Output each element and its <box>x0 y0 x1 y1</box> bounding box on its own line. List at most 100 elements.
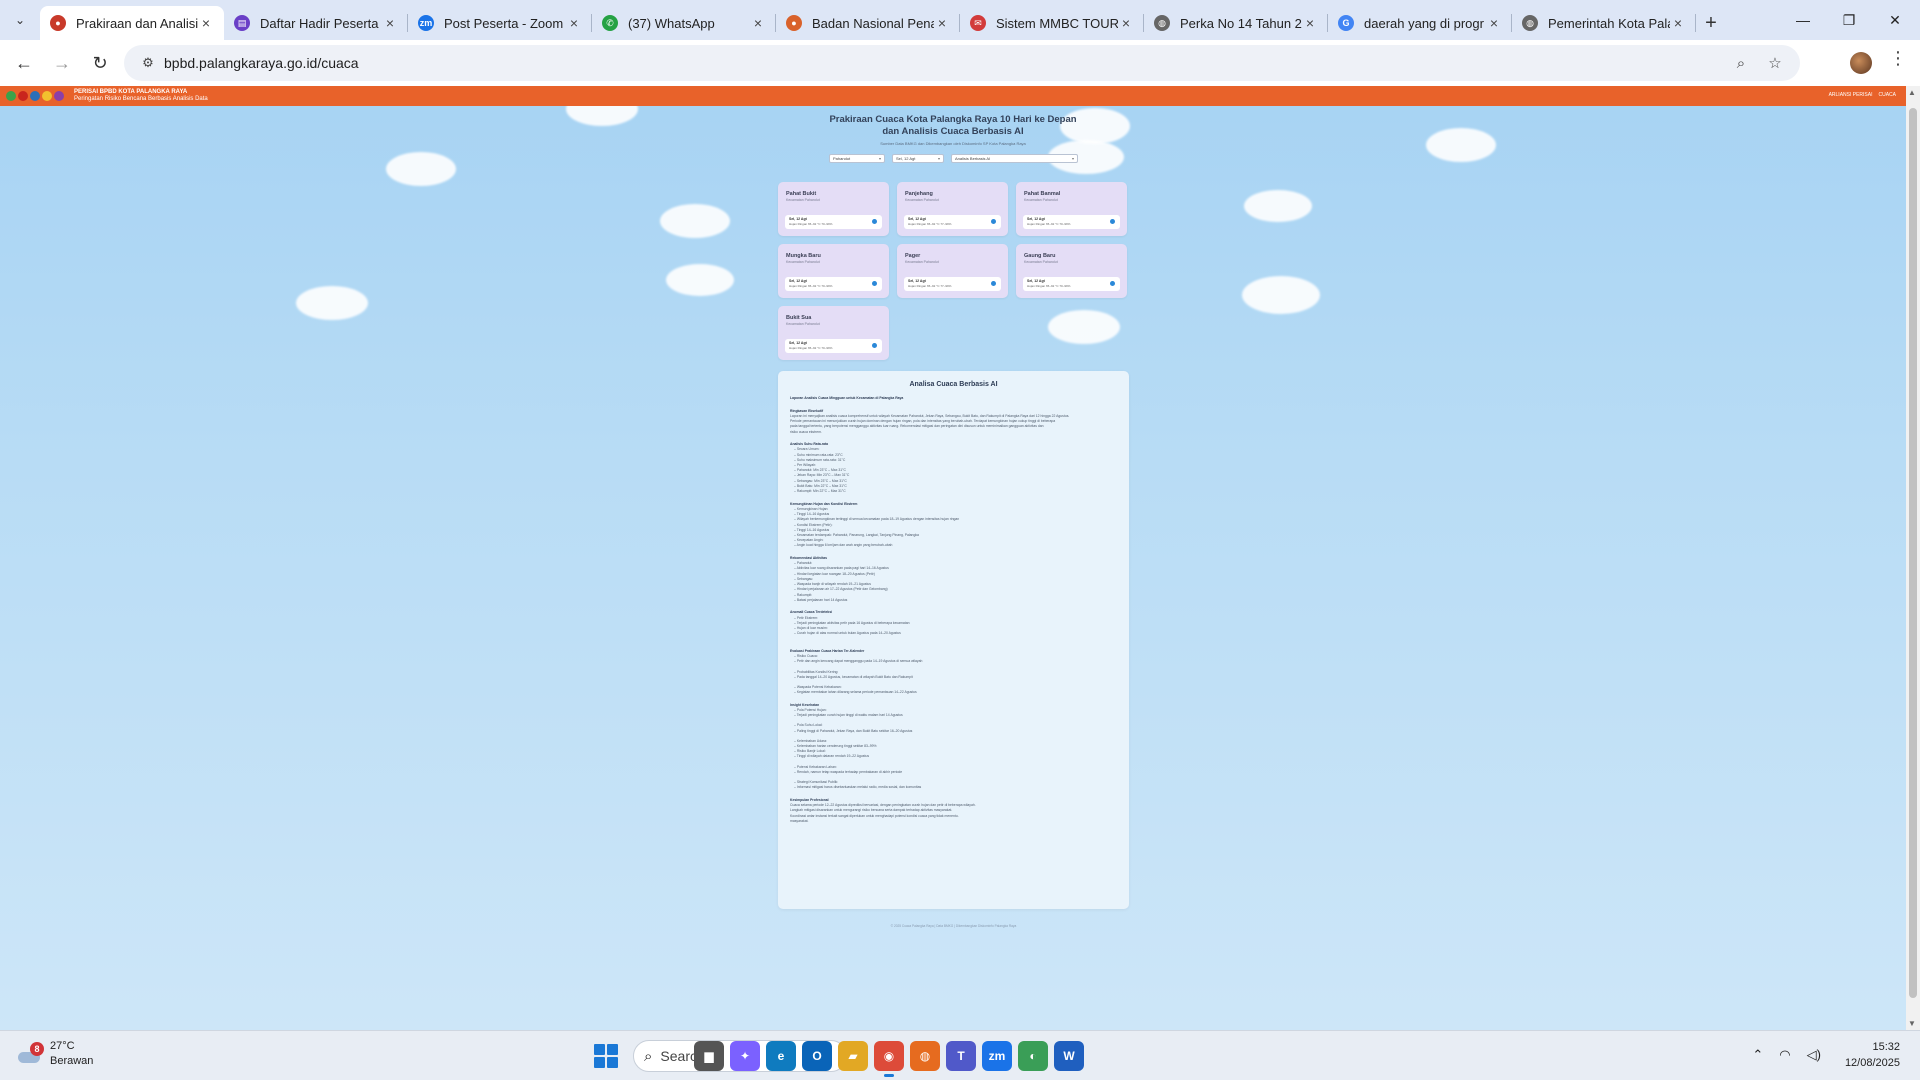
forecast-card[interactable]: Mungka Baru Kecamatan Pahandut Sel, 12 Agt… <box>778 244 889 298</box>
tab-favicon-icon: G <box>1338 15 1354 31</box>
weather-icon <box>872 281 877 286</box>
clock[interactable]: 15:32 12/08/2025 <box>1845 1039 1900 1071</box>
card-location-name: Mungka Baru <box>786 253 821 259</box>
site-nav: ARLIANSI PERISAI CUACA <box>1829 92 1896 98</box>
close-tab-icon[interactable]: × <box>934 15 950 31</box>
tab-favicon-icon: ✆ <box>602 15 618 31</box>
browser-tab[interactable]: zm Post Peserta - Zoom × <box>408 6 592 40</box>
tab-search-icon[interactable]: ⌄ <box>0 0 40 40</box>
forecast-card[interactable]: Pahat Bukit Kecamatan Pahandut Sel, 12 Agt… <box>778 182 889 236</box>
browser-tab[interactable]: ▤ Daftar Hadir Peserta V × <box>224 6 408 40</box>
chevron-up-icon[interactable]: ⌃ <box>1752 1047 1763 1063</box>
outlook-icon[interactable]: O <box>802 1041 832 1071</box>
reload-icon[interactable]: ↻ <box>82 45 118 81</box>
bookmark-star-icon[interactable]: ☆ <box>1760 45 1790 81</box>
browser-tab[interactable]: ● Prakiraan dan Analisis × <box>40 6 224 40</box>
close-tab-icon[interactable]: × <box>198 15 214 31</box>
card-kecamatan: Kecamatan Pahandut <box>1024 260 1058 264</box>
forecast-card[interactable]: Pager Kecamatan Pahandut Sel, 12 Agt Hujan … <box>897 244 1008 298</box>
card-location-name: Gaung Baru <box>1024 253 1056 259</box>
card-forecast-box: Sel, 12 Agt Hujan Ringan 65–92 °C 77–99% <box>904 277 1001 291</box>
logo-icon <box>54 91 64 101</box>
card-location-name: Pager <box>905 253 921 259</box>
back-icon[interactable]: ← <box>6 45 42 81</box>
wifi-icon[interactable]: ◠ <box>1779 1047 1790 1063</box>
site-info-icon[interactable]: ⚙ <box>132 55 164 71</box>
forecast-card[interactable]: Pahat Banmal Kecamatan Pahandut Sel, 12 Ag… <box>1016 182 1127 236</box>
close-tab-icon[interactable]: × <box>750 15 766 31</box>
cloud-decoration <box>660 204 730 238</box>
profile-avatar[interactable] <box>1850 52 1872 74</box>
url-text[interactable]: bpbd.palangkaraya.go.id/cuaca <box>164 55 359 71</box>
cloud-decoration <box>1242 276 1320 314</box>
teams-icon[interactable]: T <box>946 1041 976 1071</box>
cloud-decoration <box>1426 128 1496 162</box>
forecast-card[interactable]: Gaung Baru Kecamatan Pahandut Sel, 12 Agt H… <box>1016 244 1127 298</box>
scrollbar-thumb[interactable] <box>1909 108 1917 998</box>
nav-link-cuaca[interactable]: CUACA <box>1878 92 1896 98</box>
restore-button[interactable]: ❐ <box>1826 0 1872 40</box>
word-icon[interactable]: W <box>1054 1041 1084 1071</box>
tab-title: daerah yang di progr <box>1364 15 1484 31</box>
site-footer: © 2025 Cuaca Palangka Raya | Data BMKG |… <box>890 924 1017 928</box>
kecamatan-select[interactable]: Pahandut <box>829 154 885 163</box>
address-bar[interactable]: ⚙ bpbd.palangkaraya.go.id/cuaca ⌕ ☆ <box>124 45 1800 81</box>
edge-icon[interactable]: e <box>766 1041 796 1071</box>
analysis-line <box>790 790 1117 795</box>
folder-icon[interactable]: ▰ <box>838 1041 868 1071</box>
firefox-icon[interactable]: ◍ <box>910 1041 940 1071</box>
weather-widget[interactable]: 8 27°C Berawan <box>18 1039 93 1069</box>
close-tab-icon[interactable]: × <box>1670 15 1686 31</box>
nav-link-aliansi[interactable]: ARLIANSI PERISAI <box>1829 92 1873 98</box>
browser-tab[interactable]: ◍ Pemerintah Kota Pala × <box>1512 6 1696 40</box>
scroll-down-icon[interactable]: ▼ <box>1908 1019 1916 1028</box>
forecast-card-grid: Pahat Bukit Kecamatan Pahandut Sel, 12 Agt… <box>778 182 1129 360</box>
close-window-button[interactable]: ✕ <box>1872 0 1918 40</box>
new-tab-button[interactable]: + <box>1696 6 1726 40</box>
copilot-icon[interactable]: ✦ <box>730 1041 760 1071</box>
ai-analysis-panel: Analisa Cuaca Berbasis AI Laporan Analis… <box>778 371 1129 909</box>
close-tab-icon[interactable]: × <box>1486 15 1502 31</box>
card-kecamatan: Kecamatan Pahandut <box>786 322 820 326</box>
forecast-card[interactable]: Bukit Sua Kecamatan Pahandut Sel, 12 Agt Hu… <box>778 306 889 360</box>
browser-tab[interactable]: ● Badan Nasional Penan × <box>776 6 960 40</box>
card-date: Sel, 12 Agt <box>1027 217 1045 221</box>
page-scrollbar[interactable]: ▲ ▼ <box>1906 86 1920 1030</box>
close-tab-icon[interactable]: × <box>1302 15 1318 31</box>
close-tab-icon[interactable]: × <box>382 15 398 31</box>
hero-section: Prakiraan Cuaca Kota Palangka Raya 10 Ha… <box>778 114 1128 146</box>
system-tray: ⌃ ◠ ◁) 15:32 12/08/2025 <box>1744 1039 1900 1071</box>
weather-icon <box>872 343 877 348</box>
browser-tab[interactable]: ✆ (37) WhatsApp × <box>592 6 776 40</box>
zoom-icon[interactable]: zm <box>982 1041 1012 1071</box>
maps-icon[interactable]: ◐ <box>1018 1041 1048 1071</box>
minimize-button[interactable]: — <box>1780 0 1826 40</box>
forecast-card[interactable]: Panjehang Kecamatan Pahandut Sel, 12 Agt Hu… <box>897 182 1008 236</box>
browser-menu-icon[interactable]: ⋮ <box>1886 48 1910 76</box>
browser-tab[interactable]: ✉ Sistem MMBC TOUR × <box>960 6 1144 40</box>
cloud-decoration <box>296 286 368 320</box>
browser-tab[interactable]: ◍ Perka No 14 Tahun 20 × <box>1144 6 1328 40</box>
card-forecast-box: Sel, 12 Agt Hujan Ringan 65–92 °C 70–99% <box>785 277 882 291</box>
card-location-name: Panjehang <box>905 191 933 197</box>
tab-title: Sistem MMBC TOUR <box>996 15 1118 31</box>
site-brand[interactable]: PERISAI BPBD KOTA PALANGKA RAYA Peringat… <box>74 89 208 103</box>
volume-icon[interactable]: ◁) <box>1807 1047 1821 1063</box>
card-weather-summary: Hujan Ringan 65–92 °C 70–99% <box>789 222 833 226</box>
close-tab-icon[interactable]: × <box>1118 15 1134 31</box>
zoom-icon[interactable]: ⌕ <box>1726 45 1756 81</box>
scroll-up-icon[interactable]: ▲ <box>1908 88 1916 97</box>
card-kecamatan: Kecamatan Pahandut <box>905 260 939 264</box>
start-button[interactable] <box>594 1044 618 1068</box>
browser-tab[interactable]: Gdaerah yang di progr × <box>1328 6 1512 40</box>
chrome-icon[interactable]: ◉ <box>874 1041 904 1077</box>
file-explorer-icon[interactable]: ▆ <box>694 1041 724 1071</box>
date-select[interactable]: Sel, 12 Agt <box>892 154 944 163</box>
filter-bar: Pahandut Sel, 12 Agt Analisis Berbasis A… <box>829 154 1078 163</box>
close-tab-icon[interactable]: × <box>566 15 582 31</box>
card-weather-summary: Hujan Ringan 65–92 °C 70–99% <box>789 284 833 288</box>
tab-favicon-icon: ▤ <box>234 15 250 31</box>
logo-icon <box>18 91 28 101</box>
forward-icon[interactable]: → <box>44 45 80 81</box>
analysis-select[interactable]: Analisis Berbasis AI <box>951 154 1078 163</box>
